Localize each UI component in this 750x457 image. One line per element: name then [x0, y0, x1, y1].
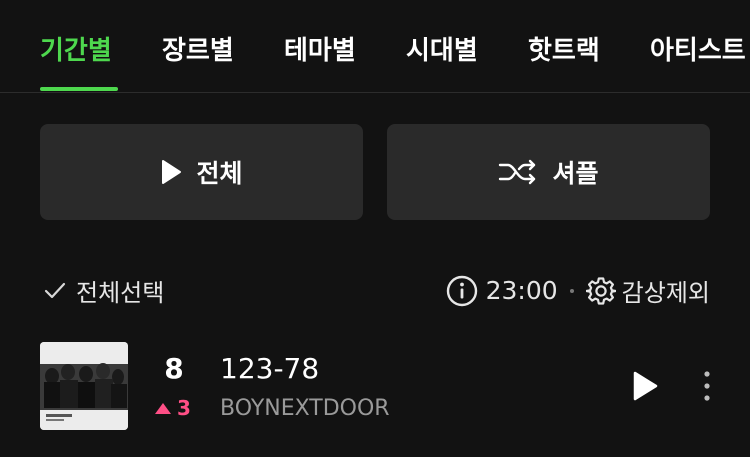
play-all-button[interactable]: 전체	[40, 124, 363, 220]
chart-rank: 8	[164, 352, 184, 385]
track-row[interactable]: 8 3 123-78 BOYNEXTDOOR	[0, 342, 750, 430]
track-play-button[interactable]	[630, 370, 660, 406]
album-art[interactable]	[40, 342, 128, 430]
tab-genre[interactable]: 장르별	[162, 30, 234, 67]
exclude-from-listening-button[interactable]: 감상제외	[585, 273, 710, 308]
play-all-label: 전체	[196, 159, 243, 188]
category-tab-bar: 기간별 장르별 테마별 시대별 핫트랙 아티스트	[0, 0, 750, 93]
right-controls: 23:00 감상제외	[446, 273, 710, 308]
play-icon	[633, 371, 658, 401]
list-controls: 전체선택 23:00 감상제외	[0, 270, 750, 310]
select-all-button[interactable]: 전체선택	[44, 273, 164, 308]
more-vertical-icon	[704, 371, 710, 401]
timer-value: 23:00	[485, 276, 558, 305]
checkmark-icon	[44, 282, 66, 298]
shuffle-button[interactable]: 셔플	[387, 124, 710, 220]
timer-button[interactable]: 23:00	[446, 275, 558, 307]
rank-change-value: 3	[177, 396, 191, 420]
active-tab-indicator	[40, 87, 118, 91]
gear-icon	[585, 276, 616, 305]
rank-up-icon	[155, 402, 171, 414]
tab-artist[interactable]: 아티스트	[650, 30, 746, 67]
play-icon	[162, 160, 182, 184]
track-more-button[interactable]	[700, 370, 714, 406]
tab-era[interactable]: 시대별	[406, 30, 478, 67]
shuffle-label: 셔플	[552, 159, 599, 188]
tab-theme[interactable]: 테마별	[284, 30, 356, 67]
info-icon	[446, 275, 477, 306]
rank-change: 3	[155, 396, 191, 420]
track-artist[interactable]: BOYNEXTDOOR	[220, 396, 390, 421]
select-all-label: 전체선택	[76, 279, 165, 307]
separator-dot	[569, 288, 574, 293]
shuffle-icon	[499, 159, 536, 185]
tab-hot-track[interactable]: 핫트랙	[528, 30, 600, 67]
album-art-image	[40, 342, 128, 430]
track-title[interactable]: 123-78	[220, 352, 319, 385]
exclude-label: 감상제외	[621, 279, 710, 307]
tab-period[interactable]: 기간별	[40, 30, 112, 67]
